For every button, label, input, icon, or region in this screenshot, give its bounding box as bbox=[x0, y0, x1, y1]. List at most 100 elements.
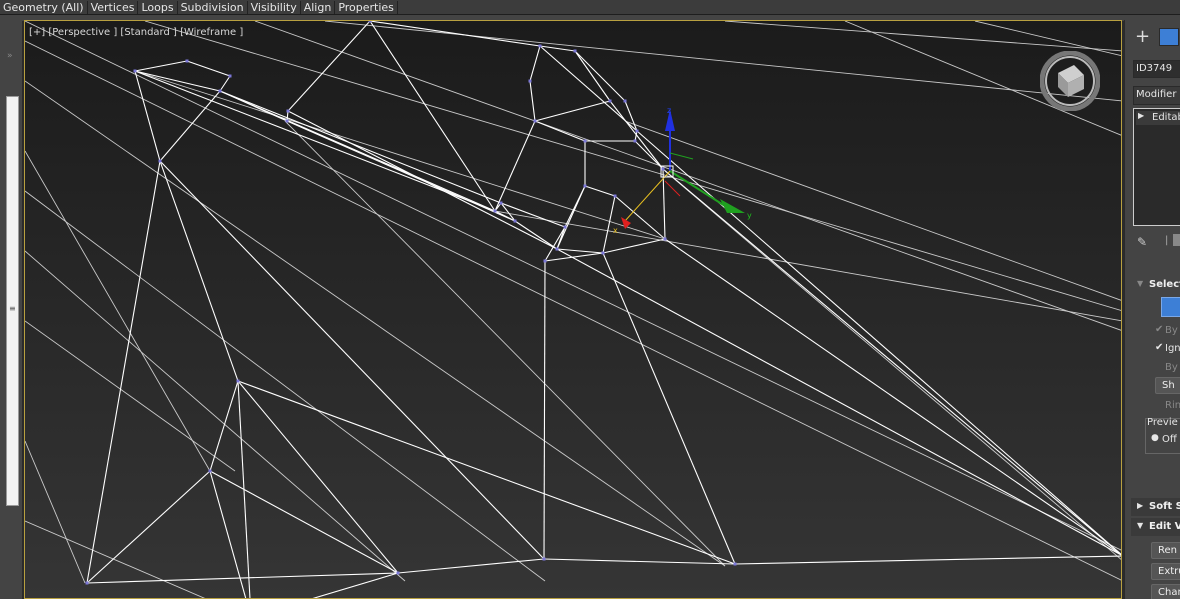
mesh-edge[interactable] bbox=[86, 470, 211, 584]
mesh-edge[interactable] bbox=[614, 195, 666, 240]
modifier-stack-item[interactable]: Editab bbox=[1152, 112, 1180, 123]
mesh-vertex[interactable] bbox=[228, 74, 232, 78]
selection-rollout-header[interactable]: Select bbox=[1149, 279, 1180, 290]
mesh-edge[interactable] bbox=[624, 100, 638, 132]
menu-geometry-all[interactable]: Geometry (All) bbox=[0, 0, 88, 14]
mesh-edge[interactable] bbox=[529, 45, 541, 82]
ring-button[interactable]: Rin bbox=[1165, 400, 1180, 411]
mesh-edge[interactable] bbox=[514, 220, 558, 250]
mesh-edge[interactable] bbox=[539, 45, 638, 132]
create-tab-icon[interactable]: + bbox=[1135, 26, 1150, 47]
mesh-edge[interactable] bbox=[237, 380, 251, 599]
mesh-vertex[interactable] bbox=[185, 59, 189, 63]
mesh-edge[interactable] bbox=[369, 21, 496, 212]
mesh-edge[interactable] bbox=[159, 160, 239, 382]
mesh-edge[interactable] bbox=[556, 248, 1122, 556]
mesh-vertex[interactable] bbox=[563, 225, 567, 229]
mesh-vertex[interactable] bbox=[601, 251, 605, 255]
mesh-vertex[interactable] bbox=[583, 184, 587, 188]
mesh-edge[interactable] bbox=[662, 168, 666, 240]
mesh-edge[interactable] bbox=[664, 238, 1122, 556]
panel-expand-icon[interactable]: » bbox=[7, 51, 13, 61]
menu-subdivision[interactable]: Subdivision bbox=[178, 0, 248, 14]
mesh-vertex[interactable] bbox=[663, 237, 667, 241]
mesh-edge[interactable] bbox=[544, 252, 604, 262]
mesh-edge[interactable] bbox=[287, 110, 558, 250]
mesh-edge[interactable] bbox=[602, 238, 666, 254]
mesh-vertex[interactable] bbox=[661, 167, 665, 171]
mesh-vertex[interactable] bbox=[733, 562, 737, 566]
menu-loops[interactable]: Loops bbox=[138, 0, 178, 14]
shrink-button[interactable]: Sh bbox=[1155, 377, 1180, 394]
mesh-edge[interactable] bbox=[534, 120, 586, 142]
edit-vertices-rollout-header[interactable]: Edit Ve bbox=[1149, 521, 1180, 532]
mesh-vertex[interactable] bbox=[608, 99, 612, 103]
mesh-edge[interactable] bbox=[134, 60, 188, 72]
mesh-edge[interactable] bbox=[534, 100, 611, 122]
mesh-vertex[interactable] bbox=[528, 79, 532, 83]
mesh-vertex[interactable] bbox=[538, 44, 542, 48]
mesh-vertex[interactable] bbox=[208, 469, 212, 473]
scrollbar-grip-icon[interactable]: ≡ bbox=[9, 305, 16, 315]
mesh-edge[interactable] bbox=[574, 50, 626, 102]
mesh-vertex[interactable] bbox=[85, 581, 89, 585]
mesh-edge[interactable] bbox=[529, 80, 536, 122]
mesh-vertex[interactable] bbox=[396, 571, 400, 575]
mesh-edge[interactable] bbox=[634, 140, 664, 170]
mesh-edge[interactable] bbox=[636, 130, 1122, 556]
gizmo-y-axis[interactable] bbox=[669, 170, 726, 207]
mesh-vertex[interactable] bbox=[493, 209, 497, 213]
viewport-label[interactable]: [+] [Perspective ] [Standard ] [Wirefram… bbox=[29, 27, 243, 38]
remove-button[interactable]: Ren bbox=[1151, 542, 1180, 559]
stack-expand-icon[interactable]: ▶ bbox=[1138, 111, 1144, 120]
mesh-vertex[interactable] bbox=[583, 139, 587, 143]
mesh-edge[interactable] bbox=[397, 558, 545, 574]
by-vertex-checkbox[interactable]: ✔ bbox=[1155, 324, 1163, 335]
mesh-vertex[interactable] bbox=[635, 129, 639, 133]
mesh-edge[interactable] bbox=[25, 440, 86, 584]
wireframe-mesh[interactable]: y z x bbox=[25, 21, 1122, 599]
mesh-edge[interactable] bbox=[237, 380, 736, 565]
mesh-vertex[interactable] bbox=[286, 109, 290, 113]
mesh-edge[interactable] bbox=[144, 21, 1122, 311]
gizmo-x-arrow-icon[interactable] bbox=[621, 217, 631, 229]
preview-off-radio[interactable]: ● bbox=[1151, 433, 1159, 443]
mesh-edge[interactable] bbox=[25, 520, 255, 599]
mesh-edge[interactable] bbox=[286, 120, 516, 222]
mesh-edge[interactable] bbox=[602, 252, 736, 565]
mesh-vertex[interactable] bbox=[533, 119, 537, 123]
viewcube-icon[interactable] bbox=[1040, 51, 1100, 111]
show-result-icon[interactable] bbox=[1173, 234, 1180, 246]
mesh-edge[interactable] bbox=[369, 21, 541, 47]
mesh-edge[interactable] bbox=[734, 555, 1122, 565]
mesh-edge[interactable] bbox=[159, 90, 221, 162]
by-angle-label[interactable]: By A bbox=[1165, 362, 1180, 373]
mesh-edge[interactable] bbox=[219, 90, 496, 212]
mesh-vertex[interactable] bbox=[543, 259, 547, 263]
mesh-vertex[interactable] bbox=[285, 119, 289, 123]
mesh-edge[interactable] bbox=[609, 100, 664, 170]
left-scrollbar[interactable]: ≡ bbox=[6, 96, 19, 506]
mesh-edge[interactable] bbox=[86, 572, 399, 584]
mesh-vertex[interactable] bbox=[368, 21, 372, 23]
mesh-edge[interactable] bbox=[664, 170, 1122, 561]
mesh-edge[interactable] bbox=[209, 470, 399, 574]
mesh-vertex[interactable] bbox=[633, 139, 637, 143]
mesh-vertex[interactable] bbox=[133, 69, 137, 73]
ignore-backfacing-checkbox[interactable]: ✔ bbox=[1155, 342, 1163, 353]
mesh-vertex[interactable] bbox=[555, 247, 559, 251]
mesh-vertex[interactable] bbox=[218, 89, 222, 93]
menu-visibility[interactable]: Visibility bbox=[248, 0, 301, 14]
extrude-button[interactable]: Extru bbox=[1151, 563, 1180, 580]
mesh-edge[interactable] bbox=[25, 40, 1122, 581]
mesh-vertex[interactable] bbox=[542, 557, 546, 561]
mesh-vertex[interactable] bbox=[1122, 555, 1123, 558]
mesh-vertex[interactable] bbox=[613, 194, 617, 198]
chamfer-button[interactable]: Cham bbox=[1151, 584, 1180, 599]
mesh-edge[interactable] bbox=[287, 21, 371, 112]
mesh-edge[interactable] bbox=[219, 75, 231, 92]
menu-properties[interactable]: Properties bbox=[335, 0, 398, 14]
mesh-edge[interactable] bbox=[543, 260, 546, 560]
mesh-edge[interactable] bbox=[494, 120, 536, 212]
pin-stack-icon[interactable]: ✎ bbox=[1137, 235, 1147, 249]
